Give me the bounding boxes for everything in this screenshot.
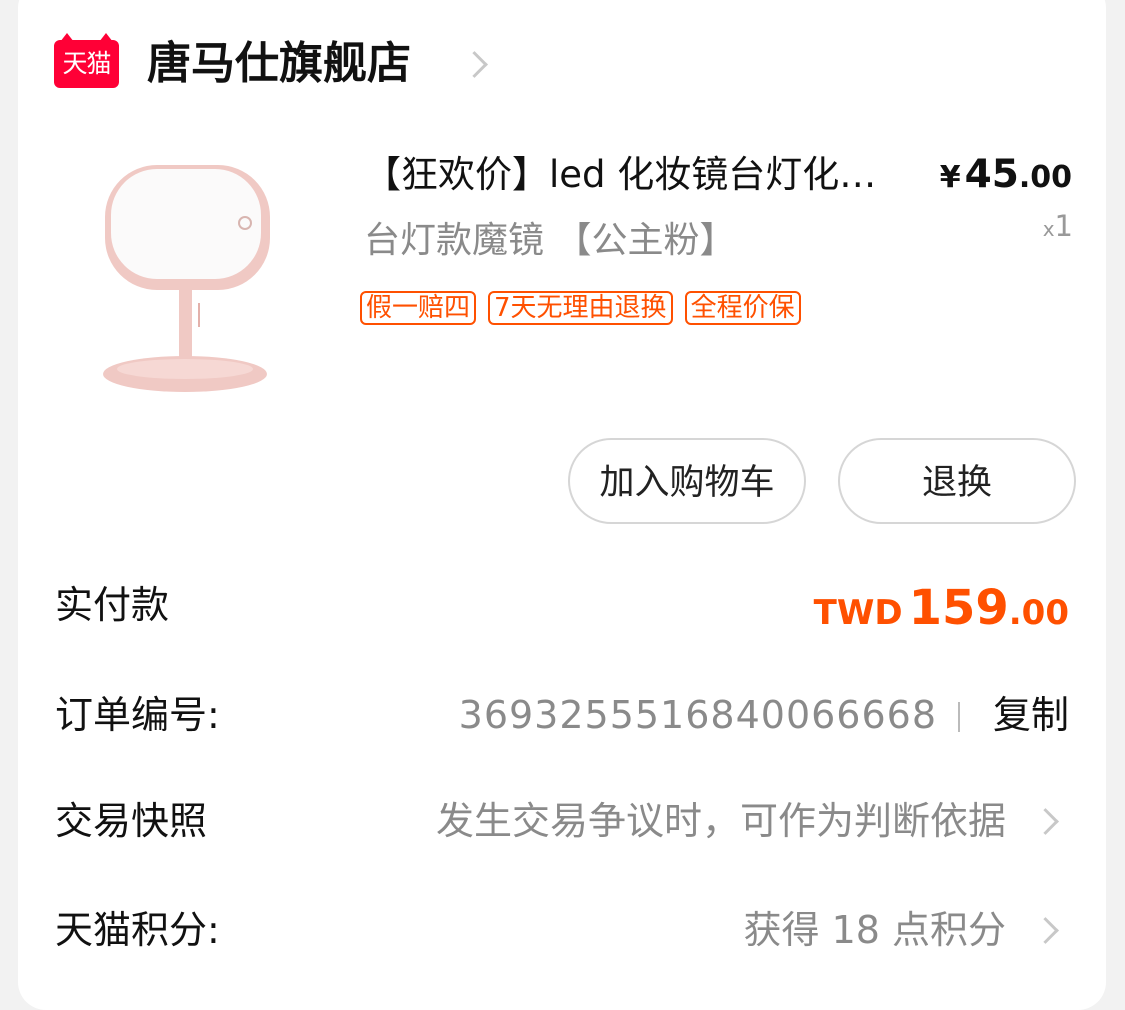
- price-currency: ¥: [939, 160, 961, 195]
- tmall-logo: 天猫: [54, 33, 119, 88]
- order-number-label: 订单编号:: [55, 693, 220, 737]
- product-sku: 台灯款魔镜 【公主粉】: [364, 220, 736, 261]
- store-name[interactable]: 唐马仕旗舰店: [147, 36, 411, 92]
- trade-snapshot-hint[interactable]: 发生交易争议时，可作为判断依据: [436, 796, 1006, 846]
- tmall-points-label[interactable]: 天猫积分:: [55, 905, 220, 955]
- service-tag: 全程价保: [684, 291, 801, 325]
- paid-integer: 159: [908, 580, 1009, 636]
- chevron-right-icon[interactable]: [461, 51, 488, 78]
- paid-amount-value: TWD 159.00: [814, 578, 1069, 649]
- service-tags: 假一赔四 7天无理由退换 全程价保: [360, 291, 801, 325]
- paid-cents: .00: [1008, 593, 1069, 633]
- product-quantity: x1: [1043, 208, 1073, 247]
- price-cents: .00: [1018, 160, 1072, 195]
- order-number-value: 3693255516840066668: [458, 693, 937, 737]
- price-integer: 45: [964, 152, 1019, 197]
- product-image[interactable]: [95, 155, 285, 400]
- vanity-mirror-icon: [103, 165, 270, 392]
- store-header[interactable]: 天猫 唐马仕旗舰店: [0, 0, 1125, 128]
- add-to-cart-button[interactable]: 加入购物车: [568, 438, 806, 524]
- paid-currency: TWD: [813, 593, 903, 633]
- qty-value: 1: [1054, 209, 1073, 243]
- tmall-points-value[interactable]: 获得 18 点积分: [743, 905, 1006, 955]
- service-tag: 假一赔四: [360, 291, 477, 325]
- return-exchange-button[interactable]: 退换: [838, 438, 1076, 524]
- product-price: ¥45.00: [940, 150, 1072, 203]
- copy-order-number-button[interactable]: 复制: [993, 690, 1069, 740]
- paid-amount-label: 实付款: [55, 583, 170, 627]
- divider: [958, 702, 960, 732]
- qty-prefix: x: [1042, 217, 1055, 241]
- service-tag: 7天无理由退换: [488, 291, 673, 325]
- trade-snapshot-label[interactable]: 交易快照: [55, 796, 207, 846]
- product-title[interactable]: 【狂欢价】led 化妆镜台灯化妆镜台灯化妆镜: [364, 150, 899, 200]
